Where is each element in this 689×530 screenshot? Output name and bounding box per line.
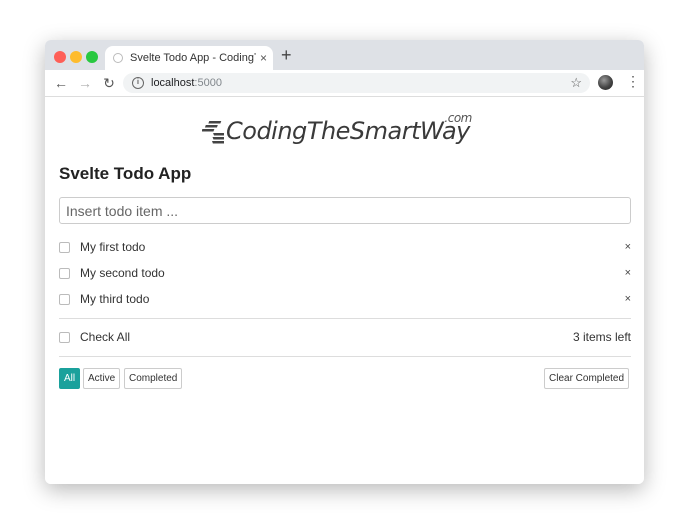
todo-checkbox[interactable]	[59, 267, 70, 279]
browser-toolbar: ← → ↻ i localhost :5000 ☆ ⋮	[45, 70, 644, 97]
filter-completed-button[interactable]: Completed	[124, 368, 183, 389]
check-all-label: Check All	[80, 330, 131, 344]
page-content: CodingTheSmartWay .com Svelte Todo App M…	[45, 97, 644, 484]
minimize-window-button[interactable]	[70, 51, 82, 63]
items-left-count: 3 items left	[572, 330, 631, 344]
remove-todo-icon[interactable]: ×	[625, 293, 631, 305]
todo-item-1: My first todo ×	[59, 237, 631, 257]
filter-all-button[interactable]: All	[59, 368, 81, 389]
todo-checkbox[interactable]	[59, 241, 70, 253]
close-window-button[interactable]	[54, 51, 66, 63]
new-tab-button[interactable]: +	[281, 46, 292, 64]
check-all-row: Check All 3 items left	[59, 327, 631, 347]
filter-active-button[interactable]: Active	[83, 368, 121, 389]
maximize-window-button[interactable]	[86, 51, 98, 63]
todo-checkbox[interactable]	[59, 293, 70, 305]
info-icon[interactable]: i	[132, 77, 144, 89]
tab-title: Svelte Todo App - CodingTheSmartWay	[130, 52, 256, 64]
todo-item-3: My third todo ×	[59, 289, 631, 309]
profile-avatar[interactable]	[598, 75, 613, 90]
browser-tab[interactable]: Svelte Todo App - CodingTheSmartWay ×	[105, 46, 273, 70]
url-host: localhost	[151, 77, 195, 89]
logo-stripes-icon	[202, 121, 224, 144]
browser-window: Svelte Todo App - CodingTheSmartWay × + …	[45, 40, 644, 484]
todo-input[interactable]	[59, 197, 631, 224]
todo-label: My second todo	[80, 266, 165, 280]
logo-name: CodingTheSmartWay	[226, 117, 470, 145]
check-all-checkbox[interactable]	[59, 331, 70, 343]
reload-icon[interactable]: ↻	[99, 75, 119, 92]
globe-icon	[113, 53, 123, 63]
remove-todo-icon[interactable]: ×	[625, 241, 631, 253]
divider	[59, 356, 631, 357]
todo-item-2: My second todo ×	[59, 263, 631, 283]
todo-label: My third todo	[80, 292, 150, 306]
logo-text: CodingTheSmartWay .com	[226, 111, 472, 145]
forward-arrow-icon[interactable]: →	[75, 75, 95, 91]
more-menu-icon[interactable]: ⋮	[626, 73, 640, 90]
tab-bar: Svelte Todo App - CodingTheSmartWay × +	[45, 40, 644, 70]
todo-label: My first todo	[80, 240, 146, 254]
page-title: Svelte Todo App	[59, 164, 192, 183]
url-port: :5000	[194, 77, 222, 89]
address-bar[interactable]: i localhost :5000 ☆	[123, 73, 590, 93]
back-arrow-icon[interactable]: ←	[51, 75, 71, 91]
divider	[59, 318, 631, 319]
close-tab-icon[interactable]: ×	[260, 51, 267, 65]
clear-completed-button[interactable]: Clear Completed	[544, 368, 630, 389]
logo-suffix: .com	[444, 111, 472, 125]
remove-todo-icon[interactable]: ×	[625, 267, 631, 279]
site-logo: CodingTheSmartWay .com	[202, 111, 472, 145]
bookmark-star-icon[interactable]: ☆	[570, 75, 582, 91]
